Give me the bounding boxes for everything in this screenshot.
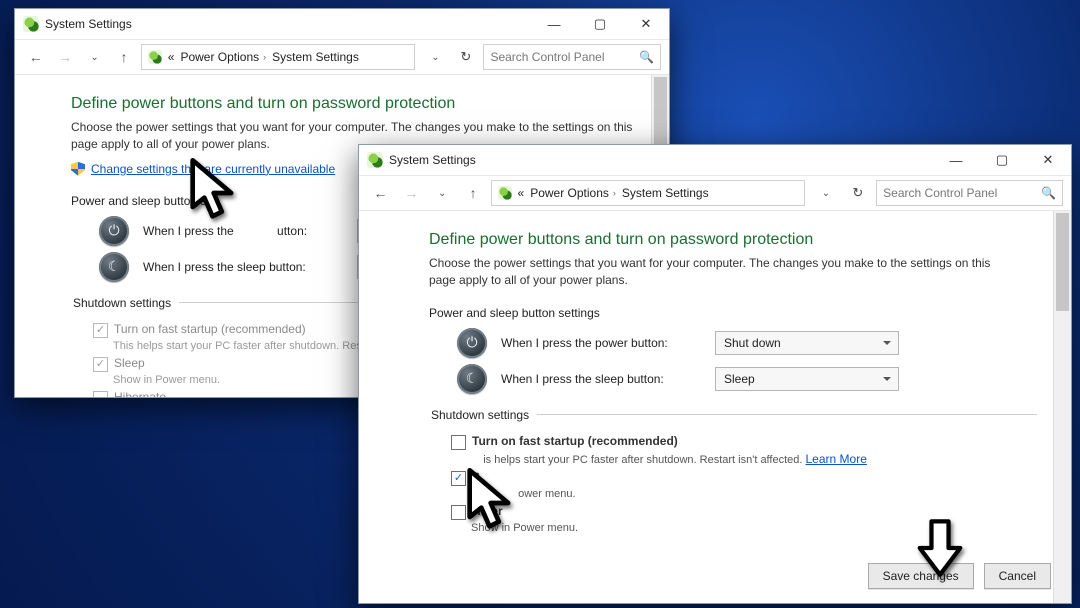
sleep-icon: ☾ [99,252,129,282]
recent-dropdown[interactable]: ⌄ [82,43,107,71]
forward-button[interactable]: → [398,179,425,207]
window-system-settings-2: System Settings — ▢ ✕ ← → ⌄ ↑ « Power Op… [358,144,1072,604]
maximize-button[interactable]: ▢ [979,145,1025,175]
close-button[interactable]: ✕ [623,9,669,39]
refresh-button[interactable]: ↻ [843,185,872,201]
power-button-label: When I press the power button: [501,336,701,350]
breadcrumb-system-settings[interactable]: System Settings [622,186,709,200]
shutdown-settings-legend: Shutdown settings [429,408,537,422]
sleep-option-label: S [472,470,480,484]
nav-row: ← → ⌄ ↑ « Power Options› System Settings… [359,176,1071,211]
fast-startup-label: Turn on fast startup (recommended) [472,434,678,448]
breadcrumb-root[interactable]: « [168,50,175,64]
fast-startup-description: is helps start your PC faster after shut… [471,452,1037,466]
breadcrumb-root[interactable]: « [518,186,525,200]
change-settings-link[interactable]: Change settings that are currently unava… [91,162,335,176]
learn-more-link[interactable]: Learn More [806,452,867,466]
minimize-button[interactable]: — [933,145,979,175]
window-title: System Settings [45,17,132,31]
hibernate-description: Show in Power menu. [471,522,1037,534]
save-changes-button[interactable]: Save changes [868,563,974,589]
up-button[interactable]: ↑ [460,179,487,207]
hibernate-checkbox[interactable] [451,505,466,520]
shutdown-settings-group: Shutdown settings Turn on fast startup (… [429,408,1037,538]
page-heading: Define power buttons and turn on passwor… [429,231,1037,249]
up-button[interactable]: ↑ [111,43,136,71]
search-placeholder: Search Control Panel [490,50,604,64]
breadcrumb-bar[interactable]: « Power Options› System Settings [491,180,805,206]
hibernate-checkbox [93,391,108,397]
search-placeholder: Search Control Panel [883,186,997,200]
recent-dropdown[interactable]: ⌄ [429,179,456,207]
breadcrumb-dropdown[interactable]: ⌄ [423,43,448,71]
fast-startup-label: Turn on fast startup (recommended) [114,322,306,336]
breadcrumb-bar[interactable]: « Power Options› System Settings [141,44,415,70]
breadcrumb-system-settings[interactable]: System Settings [272,50,359,64]
forward-button[interactable]: → [52,43,77,71]
fast-startup-checkbox: ✓ [93,323,108,338]
hibernate-label: Hiber [472,504,503,518]
window-icon [367,152,383,168]
breadcrumb-power-options[interactable]: Power Options› [180,50,266,64]
power-button-select[interactable]: Shut down [715,331,899,355]
hibernate-label: Hibernate [114,390,166,397]
shield-icon [71,162,85,176]
section-power-sleep: Power and sleep button settings [429,306,1037,320]
sleep-checkbox[interactable]: ✓ [451,471,466,486]
power-icon: ⏻ [457,328,487,358]
breadcrumb-icon [148,50,162,64]
breadcrumb-dropdown[interactable]: ⌄ [813,179,840,207]
sleep-option-label: Sleep [114,356,145,370]
power-button-label: When I press the utton: [143,224,343,238]
breadcrumb-icon [498,186,512,200]
search-input[interactable]: Search Control Panel 🔍 [876,180,1063,206]
back-button[interactable]: ← [367,179,394,207]
maximize-button[interactable]: ▢ [577,9,623,39]
window-icon [23,16,39,32]
sleep-button-label: When I press the sleep button: [143,260,343,274]
page-heading: Define power buttons and turn on passwor… [71,95,635,113]
page-description: Choose the power settings that you want … [429,255,999,290]
titlebar[interactable]: System Settings — ▢ ✕ [15,9,669,40]
fast-startup-checkbox[interactable] [451,435,466,450]
power-icon: ⏻ [99,216,129,246]
nav-row: ← → ⌄ ↑ « Power Options› System Settings… [15,40,669,75]
breadcrumb-power-options[interactable]: Power Options› [530,186,616,200]
search-icon: 🔍 [1041,186,1056,200]
search-icon: 🔍 [639,50,654,64]
titlebar[interactable]: System Settings — ▢ ✕ [359,145,1071,176]
sleep-button-label: When I press the sleep button: [501,372,701,386]
refresh-button[interactable]: ↻ [452,49,479,65]
vertical-scrollbar[interactable] [1053,211,1071,603]
cancel-button[interactable]: Cancel [984,563,1051,589]
minimize-button[interactable]: — [531,9,577,39]
sleep-option-description: Sh ower menu. [471,488,1037,500]
sleep-icon: ☾ [457,364,487,394]
close-button[interactable]: ✕ [1025,145,1071,175]
sleep-checkbox: ✓ [93,357,108,372]
shutdown-settings-legend: Shutdown settings [71,296,179,310]
search-input[interactable]: Search Control Panel 🔍 [483,44,661,70]
sleep-button-select[interactable]: Sleep [715,367,899,391]
back-button[interactable]: ← [23,43,48,71]
window-title: System Settings [389,153,476,167]
